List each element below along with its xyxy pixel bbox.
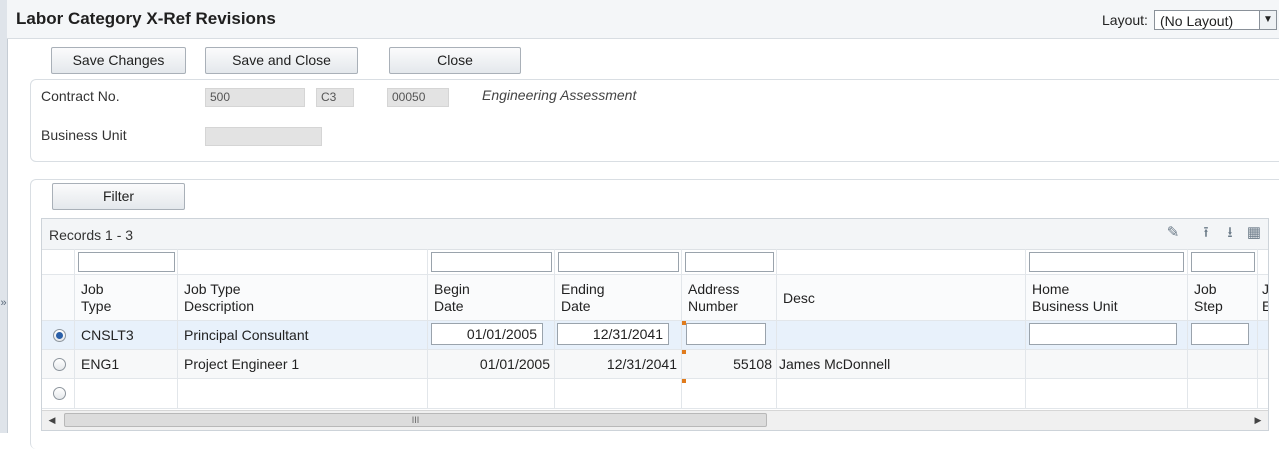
col-label: Date	[434, 298, 464, 314]
grid-toolbar: Records 1 - 3 ✎ ⭱ ⭳ ▦	[42, 219, 1268, 250]
col-label: Job Type	[184, 281, 241, 297]
filter-row	[42, 249, 1268, 275]
cell-address-number: 55108	[733, 356, 772, 372]
col-job-step[interactable]: Job Step	[1188, 275, 1258, 320]
col-job-type-description[interactable]: Job Type Description	[178, 275, 428, 320]
business-unit-label: Business Unit	[41, 127, 127, 143]
header-form-panel: Contract No. 500 C3 00050 Engineering As…	[30, 79, 1279, 162]
col-label: E	[1262, 298, 1268, 314]
column-header-row: Job Type Job Type Description Begin Date En…	[42, 275, 1268, 321]
filter-job-type[interactable]	[78, 252, 175, 272]
scroll-left-icon[interactable]: ◀	[45, 413, 59, 427]
filter-begin-date[interactable]	[431, 252, 552, 272]
left-sidebar-strip: »	[0, 0, 8, 433]
col-desc[interactable]: Desc	[777, 275, 1026, 320]
required-marker	[682, 379, 686, 383]
row-select-radio[interactable]	[53, 329, 66, 342]
required-marker	[682, 350, 686, 354]
filter-job-step[interactable]	[1191, 252, 1255, 272]
col-ending-date[interactable]: Ending Date	[555, 275, 682, 320]
col-job-type[interactable]: Job Type	[75, 275, 178, 320]
scrollbar-thumb[interactable]: III	[64, 413, 767, 427]
cell-desc: James McDonnell	[779, 356, 891, 372]
col-label: Business Unit	[1032, 298, 1118, 314]
layout-select-value: (No Layout)	[1160, 13, 1234, 29]
pencil-icon[interactable]: ✎	[1163, 223, 1183, 243]
col-label: Date	[561, 298, 591, 314]
double-chevron-right-icon[interactable]: »	[0, 292, 7, 314]
col-truncated[interactable]: JE	[1258, 275, 1269, 320]
cell-begin-date: 01/01/2005	[479, 356, 550, 372]
row-select-radio[interactable]	[53, 358, 66, 371]
table-row[interactable]	[42, 379, 1268, 409]
filter-ending-date[interactable]	[558, 252, 679, 272]
layout-label: Layout:	[1102, 12, 1148, 28]
col-label: Job	[1194, 281, 1217, 297]
job-step-input[interactable]	[1191, 323, 1249, 345]
col-label: Type	[81, 298, 112, 314]
save-and-close-button[interactable]: Save and Close	[205, 47, 358, 74]
data-grid: Records 1 - 3 ✎ ⭱ ⭳ ▦ Job Type Job Type …	[41, 218, 1269, 431]
contract-company-field: 00050	[387, 88, 449, 107]
cell-ending-date: 12/31/2041	[606, 356, 677, 372]
cell-job-type: ENG1	[81, 356, 120, 372]
business-unit-field	[205, 127, 322, 146]
col-label: Begin	[434, 281, 470, 297]
col-label: Step	[1194, 298, 1223, 314]
filter-button[interactable]: Filter	[52, 183, 185, 210]
cell-description: Project Engineer 1	[184, 356, 300, 372]
close-button[interactable]: Close	[389, 47, 521, 74]
col-home-business-unit[interactable]: Home Business Unit	[1026, 275, 1188, 320]
chevron-down-icon[interactable]: ▼	[1259, 11, 1276, 29]
page-title: Labor Category X-Ref Revisions	[16, 9, 276, 28]
col-label: Job	[81, 281, 104, 297]
begin-date-input[interactable]: 01/01/2005	[431, 323, 543, 345]
cell-description: Principal Consultant	[184, 327, 309, 343]
contract-type-field: C3	[316, 88, 354, 107]
table-row[interactable]: ENG1 Project Engineer 1 01/01/2005 12/31…	[42, 350, 1268, 379]
ending-date-input[interactable]: 12/31/2041	[557, 323, 669, 345]
col-label: Desc	[783, 290, 815, 306]
contract-description: Engineering Assessment	[482, 87, 637, 103]
layout-select[interactable]: (No Layout) ▼	[1154, 10, 1277, 30]
col-address-number[interactable]: Address Number	[682, 275, 777, 320]
home-business-unit-input[interactable]	[1029, 323, 1177, 345]
records-count: Records 1 - 3	[49, 227, 134, 243]
col-label: Description	[184, 298, 255, 314]
contract-no-label: Contract No.	[41, 88, 120, 104]
col-begin-date[interactable]: Begin Date	[428, 275, 555, 320]
col-label: J	[1262, 281, 1269, 297]
row-select-radio[interactable]	[53, 387, 66, 400]
scroll-right-icon[interactable]: ▶	[1251, 413, 1265, 427]
col-label: Number	[688, 298, 738, 314]
contract-number-field: 500	[205, 88, 305, 107]
col-label: Ending	[561, 281, 605, 297]
col-label: Home	[1032, 281, 1070, 297]
cell-job-type: CNSLT3	[81, 327, 134, 343]
upload-icon[interactable]: ⭱	[1196, 223, 1216, 243]
horizontal-scrollbar[interactable]: ◀ III ▶	[42, 410, 1268, 430]
filter-home-business-unit[interactable]	[1029, 252, 1184, 272]
title-bar: Labor Category X-Ref Revisions Layout: (…	[7, 0, 1279, 39]
filter-address-number[interactable]	[685, 252, 774, 272]
col-label: Address	[688, 281, 740, 297]
download-icon[interactable]: ⭳	[1220, 223, 1240, 243]
save-changes-button[interactable]: Save Changes	[51, 47, 186, 74]
table-row[interactable]: CNSLT3 Principal Consultant 01/01/2005 1…	[42, 321, 1268, 350]
grid-icon[interactable]: ▦	[1244, 223, 1264, 243]
address-number-input[interactable]	[686, 323, 766, 345]
